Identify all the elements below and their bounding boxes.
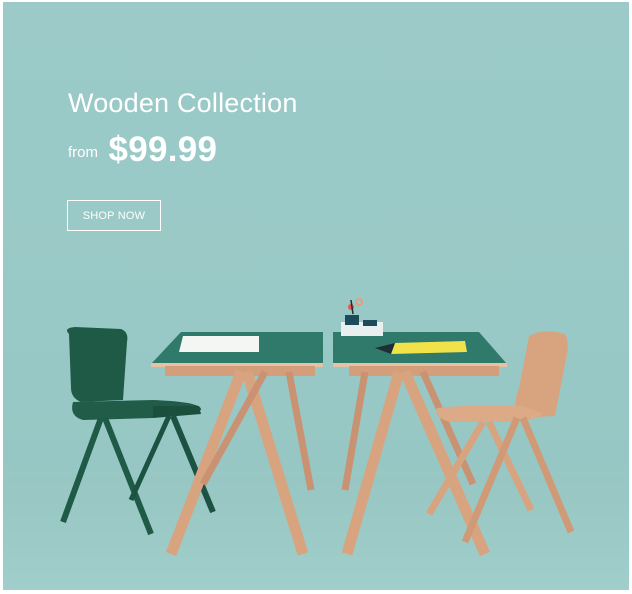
desk-organizer <box>341 298 383 336</box>
price-row: from $99.99 <box>68 130 217 170</box>
left-table <box>151 332 323 556</box>
right-table <box>333 332 507 557</box>
price-prefix: from <box>68 144 98 161</box>
price-value: $99.99 <box>108 130 218 169</box>
shop-now-button[interactable]: SHOP NOW <box>67 200 161 231</box>
paper-sheet <box>179 336 259 352</box>
hero-title: Wooden Collection <box>68 88 298 118</box>
hero-banner: Wooden Collection from $99.99 SHOP NOW <box>3 2 629 590</box>
